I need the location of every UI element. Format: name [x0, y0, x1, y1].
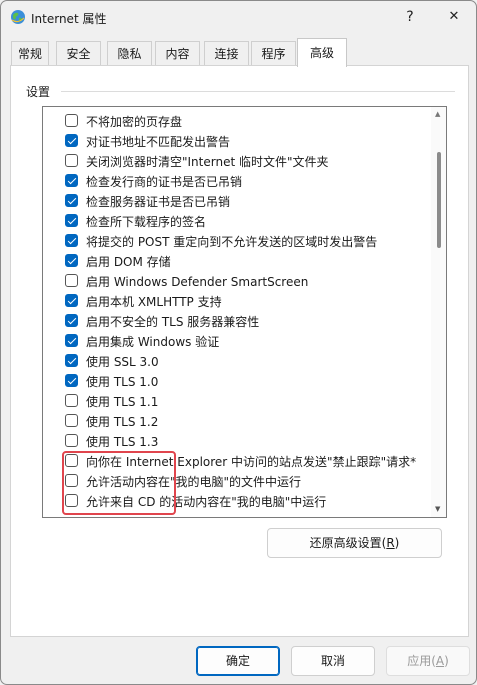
setting-label: 启用 Windows Defender SmartScreen: [86, 275, 309, 289]
setting-row[interactable]: 启用集成 Windows 验证: [43, 331, 431, 351]
window-title: Internet 属性: [31, 12, 107, 26]
setting-row[interactable]: 使用 SSL 3.0: [43, 351, 431, 371]
tab-privacy[interactable]: 隐私: [107, 41, 152, 66]
setting-checkbox[interactable]: [65, 334, 78, 347]
setting-checkbox[interactable]: [65, 274, 78, 287]
setting-label: 使用 TLS 1.2: [86, 415, 159, 429]
settings-scrollbar[interactable]: ▲ ▼: [431, 107, 446, 517]
setting-checkbox[interactable]: [65, 314, 78, 327]
setting-label: 不将加密的页存盘: [86, 115, 183, 129]
setting-row[interactable]: 使用 TLS 1.0: [43, 371, 431, 391]
setting-row[interactable]: 允许来自 CD 的活动内容在"我的电脑"中运行: [43, 491, 431, 511]
setting-checkbox[interactable]: [65, 354, 78, 367]
settings-list-items: 不将加密的页存盘对证书地址不匹配发出警告关闭浏览器时清空"Internet 临时…: [43, 111, 431, 511]
title-bar: Internet 属性 ? ✕: [1, 1, 476, 35]
setting-checkbox[interactable]: [65, 494, 78, 507]
setting-label: 允许活动内容在"我的电脑"的文件中运行: [86, 475, 302, 489]
setting-row[interactable]: 检查发行商的证书是否已吊销: [43, 171, 431, 191]
setting-checkbox[interactable]: [65, 374, 78, 387]
setting-label: 允许来自 CD 的活动内容在"我的电脑"中运行: [86, 495, 327, 509]
setting-checkbox[interactable]: [65, 474, 78, 487]
setting-checkbox[interactable]: [65, 414, 78, 427]
apply-label: 应用(: [407, 654, 436, 668]
setting-row[interactable]: 检查所下载程序的签名: [43, 211, 431, 231]
setting-label: 检查服务器证书是否已吊销: [86, 195, 231, 209]
tab-advanced[interactable]: 高级: [297, 38, 347, 67]
help-button[interactable]: ?: [399, 5, 421, 29]
setting-label: 将提交的 POST 重定向到不允许发送的区域时发出警告: [86, 235, 378, 249]
setting-checkbox[interactable]: [65, 254, 78, 267]
advanced-tab-panel: 设置 不将加密的页存盘对证书地址不匹配发出警告关闭浏览器时清空"Internet…: [10, 65, 469, 637]
setting-label: 关闭浏览器时清空"Internet 临时文件"文件夹: [86, 155, 329, 169]
ok-button[interactable]: 确定: [196, 646, 280, 676]
setting-checkbox[interactable]: [65, 434, 78, 447]
setting-checkbox[interactable]: [65, 394, 78, 407]
group-divider: [61, 91, 455, 92]
setting-label: 使用 SSL 3.0: [86, 355, 159, 369]
setting-label: 向你在 Internet Explorer 中访问的站点发送"禁止跟踪"请求*: [86, 455, 417, 469]
setting-row[interactable]: 允许活动内容在"我的电脑"的文件中运行: [43, 471, 431, 491]
close-button[interactable]: ✕: [441, 5, 467, 29]
setting-label: 检查所下载程序的签名: [86, 215, 207, 229]
setting-row[interactable]: 使用 TLS 1.1: [43, 391, 431, 411]
setting-row[interactable]: 对证书地址不匹配发出警告: [43, 131, 431, 151]
setting-checkbox[interactable]: [65, 134, 78, 147]
setting-row[interactable]: 使用 TLS 1.2: [43, 411, 431, 431]
tab-connections[interactable]: 连接: [204, 41, 249, 66]
apply-suffix: ): [444, 654, 449, 668]
setting-row[interactable]: 启用不安全的 TLS 服务器兼容性: [43, 311, 431, 331]
setting-checkbox[interactable]: [65, 234, 78, 247]
setting-label: 使用 TLS 1.3: [86, 435, 159, 449]
tab-content[interactable]: 内容: [155, 41, 200, 66]
setting-checkbox[interactable]: [65, 154, 78, 167]
cancel-button[interactable]: 取消: [291, 646, 375, 676]
setting-label: 启用本机 XMLHTTP 支持: [86, 295, 222, 309]
setting-label: 使用 TLS 1.0: [86, 375, 159, 389]
scrollbar-thumb[interactable]: [437, 152, 441, 248]
setting-row[interactable]: 向你在 Internet Explorer 中访问的站点发送"禁止跟踪"请求*: [43, 451, 431, 471]
internet-globe-icon: [10, 9, 26, 25]
restore-label: 还原高级设置(: [309, 536, 387, 550]
scroll-up-arrow-icon[interactable]: ▲: [435, 110, 440, 118]
setting-checkbox[interactable]: [65, 114, 78, 127]
setting-checkbox[interactable]: [65, 454, 78, 467]
scroll-down-arrow-icon[interactable]: ▼: [435, 505, 440, 513]
setting-checkbox[interactable]: [65, 174, 78, 187]
setting-checkbox[interactable]: [65, 194, 78, 207]
apply-button[interactable]: 应用(A): [386, 646, 470, 676]
setting-row[interactable]: 启用 DOM 存储: [43, 251, 431, 271]
settings-group-label: 设置: [26, 85, 51, 99]
setting-label: 启用不安全的 TLS 服务器兼容性: [86, 315, 260, 329]
setting-row[interactable]: 启用 Windows Defender SmartScreen: [43, 271, 431, 291]
setting-label: 使用 TLS 1.1: [86, 395, 159, 409]
settings-list[interactable]: 不将加密的页存盘对证书地址不匹配发出警告关闭浏览器时清空"Internet 临时…: [42, 106, 447, 518]
setting-checkbox[interactable]: [65, 294, 78, 307]
setting-row[interactable]: 不将加密的页存盘: [43, 111, 431, 131]
internet-properties-dialog: Internet 属性 ? ✕ 常规 安全 隐私 内容 连接 程序 高级 设置 …: [0, 0, 477, 685]
setting-row[interactable]: 启用本机 XMLHTTP 支持: [43, 291, 431, 311]
tab-general[interactable]: 常规: [11, 41, 49, 66]
setting-row[interactable]: 使用 TLS 1.3: [43, 431, 431, 451]
tab-programs[interactable]: 程序: [251, 41, 296, 66]
setting-label: 对证书地址不匹配发出警告: [86, 135, 231, 149]
setting-label: 启用集成 Windows 验证: [86, 335, 220, 349]
restore-advanced-settings-button[interactable]: 还原高级设置(R): [267, 528, 442, 558]
restore-suffix: ): [394, 536, 400, 550]
setting-label: 检查发行商的证书是否已吊销: [86, 175, 243, 189]
apply-mnemonic: A: [435, 654, 445, 668]
setting-checkbox[interactable]: [65, 214, 78, 227]
setting-row[interactable]: 将提交的 POST 重定向到不允许发送的区域时发出警告: [43, 231, 431, 251]
setting-row[interactable]: 关闭浏览器时清空"Internet 临时文件"文件夹: [43, 151, 431, 171]
tab-security[interactable]: 安全: [56, 41, 101, 66]
setting-label: 启用 DOM 存储: [86, 255, 171, 269]
restore-mnemonic: R: [386, 536, 395, 550]
setting-row[interactable]: 检查服务器证书是否已吊销: [43, 191, 431, 211]
